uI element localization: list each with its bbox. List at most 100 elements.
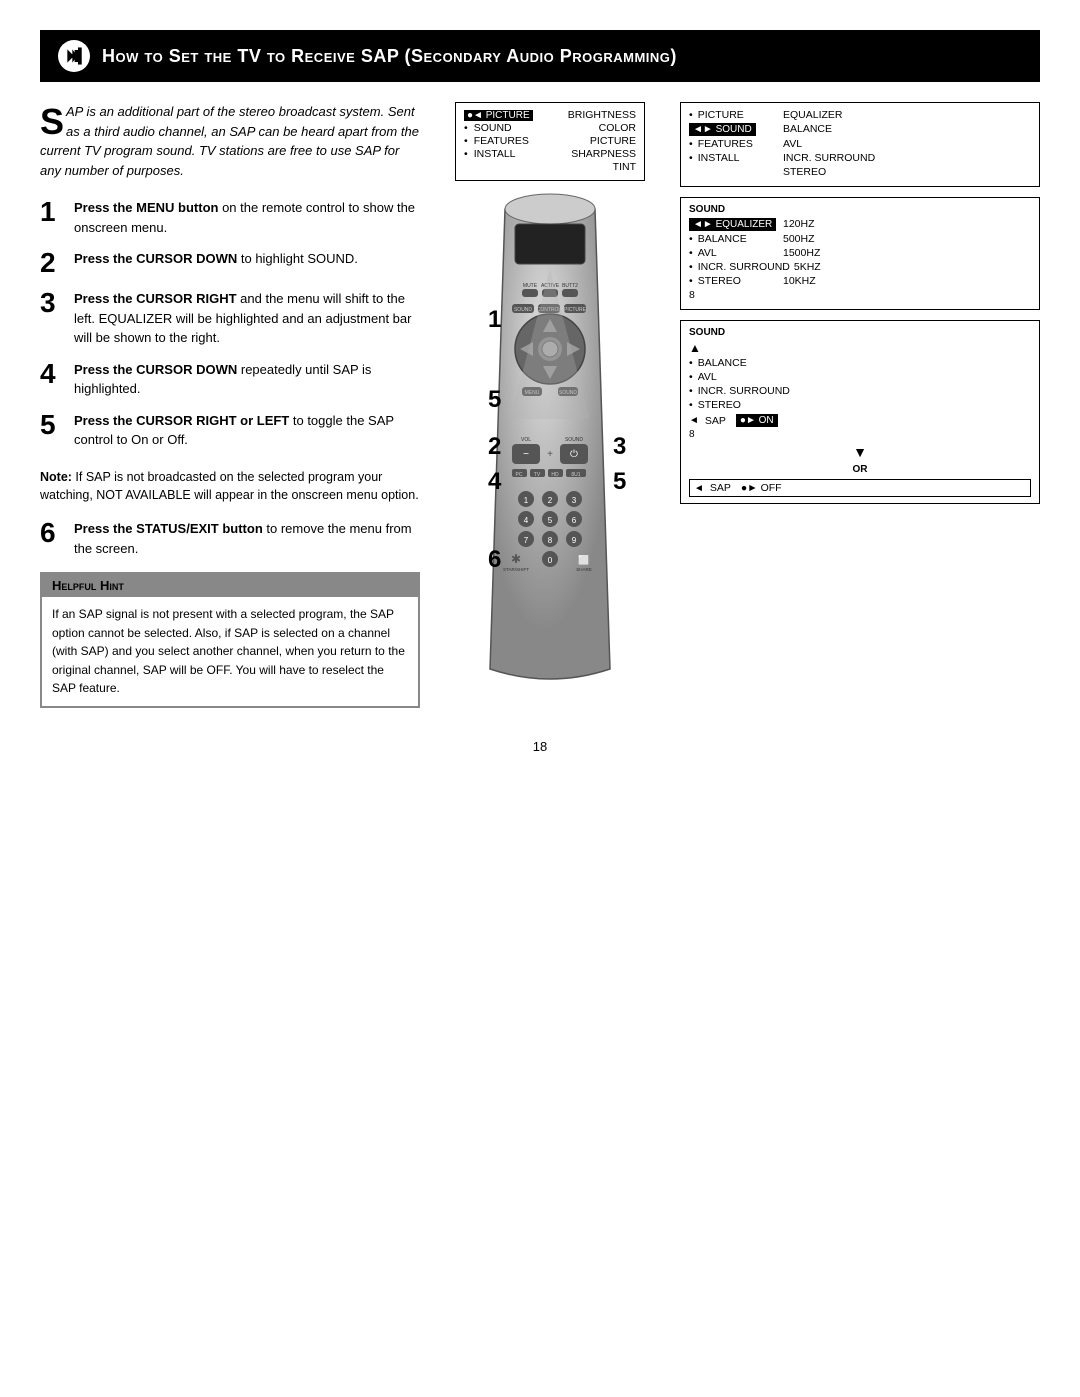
svg-text:HD: HD	[551, 472, 559, 478]
svg-text:MUTE: MUTE	[523, 283, 538, 289]
menu-box3-row-incr: • INCR. SURROUND 5KHZ	[689, 261, 1031, 273]
menu-row-picture: ●◄ PICTURE BRIGHTNESS	[464, 109, 636, 121]
svg-text:⬜: ⬜	[578, 554, 589, 565]
menu-8-row: 8	[689, 429, 1031, 440]
svg-text:VOL: VOL	[521, 437, 531, 443]
step-5-number: 5	[40, 411, 64, 439]
color-val: COLOR	[599, 122, 636, 134]
svg-text:TV: TV	[534, 472, 541, 478]
step-3-bold: Press the CURSOR RIGHT	[74, 291, 237, 306]
svg-text:7: 7	[524, 536, 529, 545]
step-2-rest: to highlight SOUND.	[237, 251, 358, 266]
or-separator: OR	[689, 464, 1031, 475]
step-3: 3 Press the CURSOR RIGHT and the menu wi…	[40, 289, 420, 348]
picture-highlighted: ●◄ PICTURE	[464, 110, 533, 121]
step-4-text: Press the CURSOR DOWN repeatedly until S…	[74, 360, 420, 399]
page-header: How to Set the TV to Receive SAP (Second…	[40, 30, 1040, 82]
menu-box3-row-eq: ◄► EQUALIZER 120HZ	[689, 218, 1031, 231]
sharpness-val: SHARPNESS	[571, 148, 636, 160]
down-arrow-icon: ▼	[689, 444, 1031, 460]
menu-box4-row-incr: • INCR. SURROUND	[689, 385, 1031, 397]
menu-box2-row-features: • FEATURES AVL	[689, 138, 1031, 150]
note-body: If SAP is not broadcasted on the selecte…	[40, 470, 419, 503]
step-2: 2 Press the CURSOR DOWN to highlight SOU…	[40, 249, 420, 277]
svg-text:8: 8	[548, 536, 553, 545]
center-column: ●◄ PICTURE BRIGHTNESS •SOUND COLOR •FEAT…	[440, 102, 660, 709]
hint-title: Helpful Hint	[42, 574, 418, 597]
step-5-text: Press the CURSOR RIGHT or LEFT to toggle…	[74, 411, 420, 450]
note-label: Note:	[40, 470, 72, 484]
menu-box2-row-stereo: STEREO	[689, 166, 1031, 178]
menu-row-tint: TINT	[464, 161, 636, 173]
svg-text:✱: ✱	[511, 552, 521, 566]
svg-text:4: 4	[524, 516, 529, 525]
step-4: 4 Press the CURSOR DOWN repeatedly until…	[40, 360, 420, 399]
menu-box3-title: SOUND	[689, 204, 1031, 215]
step-6-bold: Press the STATUS/EXIT button	[74, 521, 263, 536]
menu-box4-title: SOUND	[689, 327, 1031, 338]
brightness-val: BRIGHTNESS	[568, 109, 636, 121]
svg-text:3: 3	[572, 496, 577, 505]
svg-text:+: +	[547, 449, 553, 460]
page-title: How to Set the TV to Receive SAP (Second…	[102, 46, 677, 67]
menu-screen-1: ●◄ PICTURE BRIGHTNESS •SOUND COLOR •FEAT…	[455, 102, 645, 181]
menu-box3-row-balance: • BALANCE 500HZ	[689, 233, 1031, 245]
right-column: • PICTURE EQUALIZER ◄► SOUND BALANCE • F…	[680, 102, 1040, 709]
step-3-text: Press the CURSOR RIGHT and the menu will…	[74, 289, 420, 348]
svg-text:9: 9	[572, 536, 577, 545]
svg-text:4: 4	[488, 468, 502, 495]
menu-box3-row-avl: • AVL 1500HZ	[689, 247, 1031, 259]
step-5: 5 Press the CURSOR RIGHT or LEFT to togg…	[40, 411, 420, 450]
page-number: 18	[40, 739, 1040, 754]
svg-text:3: 3	[613, 433, 626, 460]
svg-text:1: 1	[488, 306, 501, 333]
menu-row-sound: •SOUND COLOR	[464, 122, 636, 134]
svg-text:5: 5	[488, 386, 501, 413]
step-2-number: 2	[40, 249, 64, 277]
svg-text:SOUND: SOUND	[565, 437, 583, 443]
step-2-bold: Press the CURSOR DOWN	[74, 251, 237, 266]
menu-box3-row-stereo: • STEREO 10KHZ	[689, 275, 1031, 287]
step-4-bold: Press the CURSOR DOWN	[74, 362, 237, 377]
menu-box4-row-avl: • AVL	[689, 371, 1031, 383]
svg-text:6: 6	[488, 546, 501, 573]
svg-text:5: 5	[613, 468, 626, 495]
step-6-number: 6	[40, 519, 64, 547]
sap-on-row: ◄ SAP ●► ON	[689, 414, 1031, 427]
svg-text:2: 2	[548, 496, 553, 505]
step-1-number: 1	[40, 198, 64, 226]
intro-body: AP is an additional part of the stereo b…	[40, 104, 419, 178]
svg-text:SHARE: SHARE	[576, 567, 592, 572]
menu-box2-row-install: • INSTALL INCR. SURROUND	[689, 152, 1031, 164]
menu-box4-row-balance: • BALANCE	[689, 357, 1031, 369]
menu-row-features: •FEATURES PICTURE	[464, 135, 636, 147]
svg-text:8U1: 8U1	[571, 472, 580, 478]
svg-text:0: 0	[548, 556, 553, 565]
menu-box-3: SOUND ◄► EQUALIZER 120HZ • BALANCE 500HZ…	[680, 197, 1040, 310]
step-4-number: 4	[40, 360, 64, 388]
step-1-text: Press the MENU button on the remote cont…	[74, 198, 420, 237]
hint-body: If an SAP signal is not present with a s…	[42, 597, 418, 706]
intro-text: S AP is an additional part of the stereo…	[40, 102, 420, 180]
menu-box4-row-stereo: • STEREO	[689, 399, 1031, 411]
menu-box2-row-sound: ◄► SOUND BALANCE	[689, 123, 1031, 136]
svg-text:6: 6	[572, 516, 577, 525]
step-5-bold: Press the CURSOR RIGHT or LEFT	[74, 413, 289, 428]
svg-text:PC: PC	[516, 472, 523, 478]
menu-row-install: •INSTALL SHARPNESS	[464, 148, 636, 160]
menu-box3-row-8: 8	[689, 289, 1031, 301]
menu-box2-row-picture: • PICTURE EQUALIZER	[689, 109, 1031, 121]
step-1-bold: Press the MENU button	[74, 200, 218, 215]
step-6: 6 Press the STATUS/EXIT button to remove…	[40, 519, 420, 558]
step-6-text: Press the STATUS/EXIT button to remove t…	[74, 519, 420, 558]
step-3-number: 3	[40, 289, 64, 317]
step-1: 1 Press the MENU button on the remote co…	[40, 198, 420, 237]
content-area: S AP is an additional part of the stereo…	[40, 102, 1040, 709]
remote-control-image: MUTE ACTIVE BUTT2 SOUND CONTROL PICTURE …	[450, 189, 650, 709]
svg-text:−: −	[523, 449, 529, 460]
picture-val: PICTURE	[590, 135, 636, 147]
svg-text:1: 1	[524, 496, 529, 505]
svg-text:5: 5	[548, 516, 553, 525]
header-icon	[58, 40, 90, 72]
helpful-hint-box: Helpful Hint If an SAP signal is not pre…	[40, 572, 420, 708]
